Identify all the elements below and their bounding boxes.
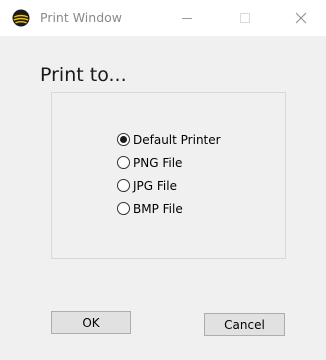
radio-indicator[interactable] [117,179,130,192]
window-title: Print Window [40,10,123,25]
radio-label: JPG File [133,178,177,193]
radio-indicator[interactable] [117,202,130,215]
maximize-icon [240,13,250,23]
print-app-icon [12,9,30,27]
radio-label: PNG File [133,155,183,170]
print-target-options: Default Printer PNG File JPG File BMP Fi… [117,128,221,220]
radio-indicator[interactable] [117,156,130,169]
radio-selected-indicator[interactable] [117,133,130,146]
radio-default-printer[interactable]: Default Printer [117,128,221,151]
close-button[interactable] [278,0,324,36]
print-window: Print Window Print to... Default Printer [0,0,326,360]
title-bar[interactable]: Print Window [0,0,326,36]
cancel-button[interactable]: Cancel [204,313,285,336]
radio-png-file[interactable]: PNG File [117,151,221,174]
radio-jpg-file[interactable]: JPG File [117,174,221,197]
radio-label: Default Printer [133,132,221,147]
radio-bmp-file[interactable]: BMP File [117,197,221,220]
minimize-icon [182,18,192,19]
print-to-heading: Print to... [40,64,127,86]
close-icon [295,12,307,24]
radio-label: BMP File [133,201,183,216]
minimize-button[interactable] [164,0,210,36]
maximize-button[interactable] [222,0,268,36]
ok-button[interactable]: OK [51,311,131,334]
